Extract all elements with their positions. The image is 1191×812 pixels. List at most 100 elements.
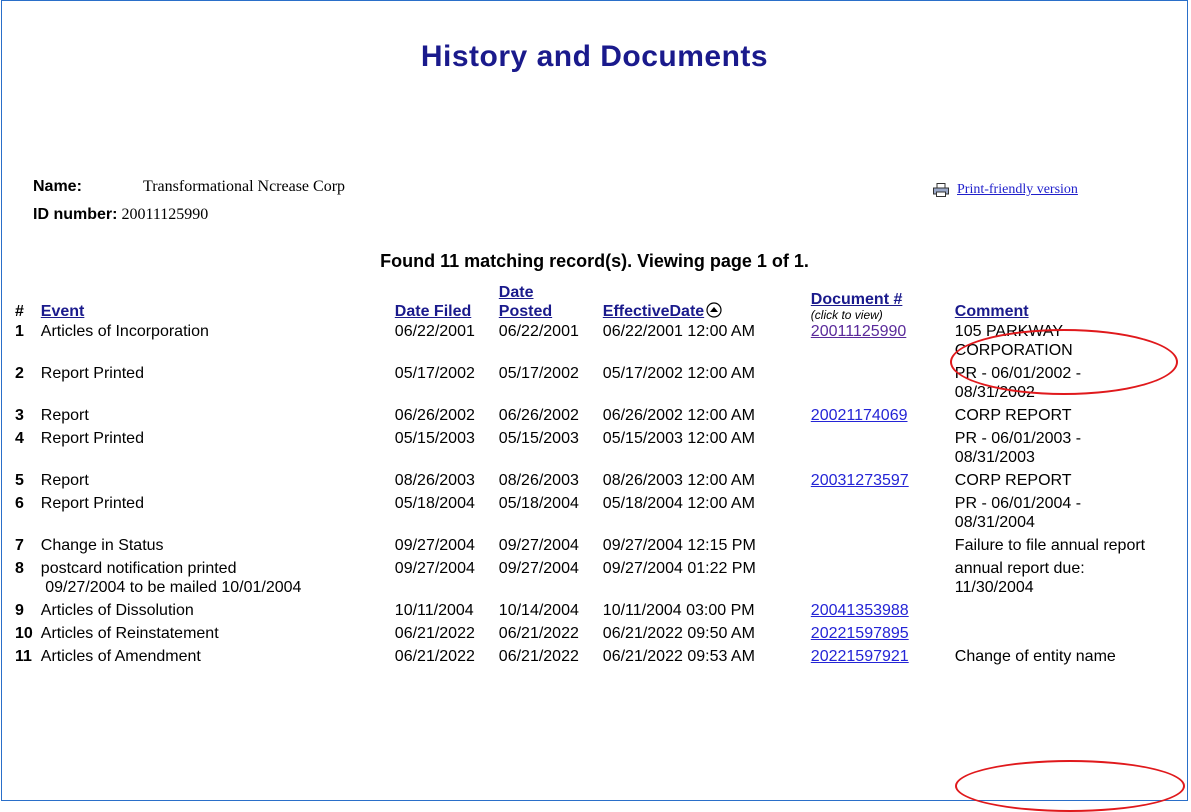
row-number: 5 [15,472,24,489]
document-hint: (click to view) [810,308,883,322]
row-date-posted: 05/15/2003 [498,430,579,447]
document-link[interactable]: 20021174069 [811,407,908,424]
document-link[interactable]: 20011125990 [811,323,907,340]
row-number: 9 [15,602,24,619]
row-effective-date: 05/15/2003 12:00 AM [602,430,755,447]
row-event: Report [37,470,391,493]
row-document [807,428,951,470]
row-date-filed: 10/11/2004 [394,602,474,619]
row-effective-date: 05/18/2004 12:00 AM [602,495,755,512]
page-title: History and Documents [420,40,769,73]
sort-ascending-icon[interactable] [706,302,722,318]
row-effective-date: 06/21/2022 09:53 AM [602,648,755,665]
row-date-filed: 08/26/2003 [394,472,475,489]
row-event-text: Change in Status [40,537,164,554]
table-row: 8 postcard notification printed 09/27/200… [11,558,1169,600]
comment-sort-link[interactable]: Comment [955,303,1029,320]
row-number: 11 [15,648,32,665]
row-event-text: Articles of Amendment [40,648,201,665]
row-number: 7 [15,537,24,554]
row-date-filed: 09/27/2004 [394,537,475,554]
table-row: 11 Articles of Amendment 06/21/2022 06/21/2… [11,646,1169,669]
row-date-filed: 05/17/2002 [394,365,475,382]
col-comment: Comment [951,283,1169,321]
entity-id: 20011125990 [121,206,209,223]
row-document: 20031273597 [807,470,951,493]
row-number: 4 [15,430,24,447]
row-event-text: Articles of Reinstatement [40,625,219,642]
row-event-text: Report [40,407,89,424]
row-effective-date: 09/27/2004 12:15 PM [602,537,756,554]
table-row: 10 Articles of Reinstatement 06/21/2022 06/… [11,623,1169,646]
row-document [807,493,951,535]
row-comment: annual report due: 11/30/2004 [954,560,1085,596]
print-friendly-link[interactable]: Print-friendly version [957,182,1078,198]
row-date-posted: 05/17/2002 [498,365,579,382]
row-comment [951,623,1169,646]
document-link[interactable]: 20221597921 [811,648,909,665]
row-effective-date: 05/17/2002 12:00 AM [602,365,755,382]
row-number: 2 [15,365,24,382]
row-event-text: Articles of Incorporation [40,323,209,340]
entity-name: Transformational Ncrease Corp [143,178,346,195]
document-link[interactable]: 20041353988 [811,602,909,619]
row-effective-date: 08/26/2003 12:00 AM [602,472,755,489]
row-date-filed: 06/21/2022 [394,625,475,642]
row-event-text: Report Printed [40,430,144,447]
row-event-text: postcard notification printed [40,560,237,577]
row-date-filed: 05/15/2003 [394,430,475,447]
row-document: 20221597895 [807,623,951,646]
row-comment: 105 PARKWAY CORPORATION [954,323,1073,359]
date-posted-sort-link[interactable]: Date Posted [499,283,559,321]
row-number: 6 [15,495,24,512]
row-date-posted: 06/22/2001 [498,323,579,340]
row-number: 8 [15,560,24,577]
row-number: 10 [15,625,33,642]
row-effective-date: 06/21/2022 09:50 AM [602,625,755,642]
row-event: Report Printed [37,363,391,405]
row-document [807,535,951,558]
row-date-filed: 06/26/2002 [394,407,475,424]
document-link[interactable]: 20031273597 [811,472,909,489]
row-date-posted: 06/21/2022 [498,625,579,642]
table-row: 3 Report 06/26/2002 06/26/2002 06/26/2002 12… [11,405,1169,428]
col-date-posted: Date Posted [495,283,599,321]
row-event: Articles of Incorporation [37,321,391,363]
table-row: 4 Report Printed 05/15/2003 05/15/2003 05/15… [11,428,1169,470]
table-body: 1 Articles of Incorporation 06/22/2001 06/2… [11,321,1169,669]
date-filed-sort-link[interactable]: Date Filed [395,303,471,320]
printer-icon[interactable] [933,183,949,197]
document-link[interactable]: 20221597895 [811,625,909,642]
row-event: Report Printed [37,493,391,535]
row-document: 20021174069 [807,405,951,428]
entity-info: Name: Transformational Ncrease Corp ID n… [33,178,345,234]
row-event: Change in Status [37,535,391,558]
row-number: 3 [15,407,24,424]
row-event-text: Report Printed [40,495,144,512]
document-sort-link[interactable]: Document # [811,291,903,308]
row-date-posted: 06/26/2002 [498,407,579,424]
row-event: postcard notification printed 09/27/2004… [37,558,391,600]
row-date-posted: 10/14/2004 [498,602,579,619]
row-comment: CORP REPORT [954,472,1072,489]
row-event-text: Articles of Dissolution [40,602,194,619]
col-effective-date: EffectiveDate [599,283,807,321]
row-date-posted: 05/18/2004 [498,495,579,512]
row-date-posted: 08/26/2003 [498,472,579,489]
row-document [807,363,951,405]
table-row: 9 Articles of Dissolution 10/11/2004 10/14/… [11,600,1169,623]
table-row: 6 Report Printed 05/18/2004 05/18/2004 05/18… [11,493,1169,535]
results-summary: Found 11 matching record(s). Viewing pag… [380,251,809,271]
col-num: # [15,303,24,320]
row-event-text: Report Printed [40,365,144,382]
event-sort-link[interactable]: Event [41,303,85,320]
row-date-filed: 09/27/2004 [394,560,475,577]
row-event: Articles of Reinstatement [37,623,391,646]
row-comment: Change of entity name [954,648,1116,665]
effective-date-sort-link[interactable]: EffectiveDate [603,303,704,320]
row-event: Report [37,405,391,428]
row-comment: Failure to file annual report [954,537,1146,554]
table-row: 7 Change in Status 09/27/2004 09/27/2004 09/… [11,535,1169,558]
entity-id-row: ID number: 20011125990 [33,206,345,234]
row-event: Articles of Amendment [37,646,391,669]
